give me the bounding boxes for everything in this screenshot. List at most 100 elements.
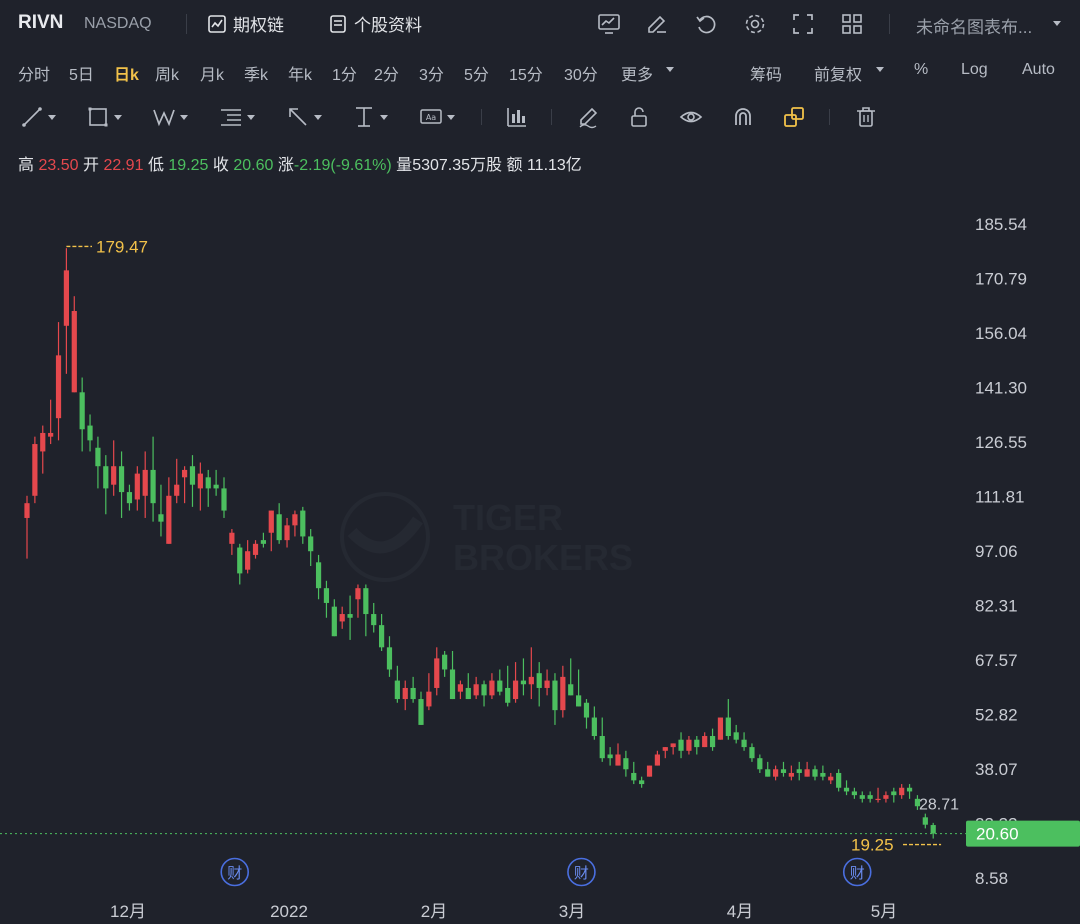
- candle: [386, 636, 393, 677]
- options-chain-button[interactable]: 期权链: [207, 11, 284, 36]
- divider: [551, 109, 552, 125]
- grid-layout-icon[interactable]: [840, 12, 864, 36]
- bar-chart-icon: [507, 108, 526, 127]
- candle: [134, 466, 140, 511]
- period-tab[interactable]: 5分: [464, 61, 489, 85]
- lock-tool[interactable]: [627, 104, 651, 130]
- earnings-marker-label: 财: [574, 864, 589, 882]
- candle: [489, 673, 495, 700]
- profile-button[interactable]: 个股资料: [328, 11, 422, 36]
- wave-tool[interactable]: [152, 104, 188, 130]
- chevron-down-icon[interactable]: [114, 114, 122, 120]
- chevron-down-icon[interactable]: [447, 114, 455, 120]
- candle: [268, 510, 274, 552]
- chevron-down-icon[interactable]: [48, 114, 56, 120]
- side-price-label: 28.71: [919, 797, 959, 814]
- chevron-down-icon[interactable]: [180, 114, 188, 120]
- candle: [197, 462, 203, 511]
- chevron-down-icon[interactable]: [314, 114, 322, 120]
- more-periods-button[interactable]: 更多: [621, 61, 653, 85]
- delete-tool[interactable]: [854, 104, 878, 130]
- low-value: 19.25: [168, 157, 209, 174]
- candle: [371, 602, 377, 633]
- chevron-down-icon[interactable]: [666, 67, 674, 72]
- edit-icon[interactable]: [645, 12, 669, 36]
- period-tab[interactable]: 5日: [69, 61, 94, 85]
- adjust-button[interactable]: 前复权: [814, 61, 862, 85]
- period-tab[interactable]: 季k: [244, 61, 268, 85]
- text-cursor-icon: [356, 107, 372, 127]
- period-tab[interactable]: 15分: [509, 61, 543, 85]
- candle: [205, 469, 211, 507]
- candle: [686, 736, 692, 755]
- divider: [481, 109, 482, 125]
- candle: [323, 580, 330, 618]
- text-tool[interactable]: Aa: [419, 104, 455, 130]
- period-tab[interactable]: 2分: [374, 61, 399, 85]
- brush-tool[interactable]: [576, 104, 600, 130]
- period-tab[interactable]: 3分: [419, 61, 444, 85]
- rectangle-icon: [88, 107, 108, 127]
- candle: [379, 614, 385, 652]
- candle: [851, 787, 857, 799]
- measure-tool[interactable]: [352, 104, 388, 130]
- visibility-tool[interactable]: [679, 104, 703, 130]
- chevron-down-icon[interactable]: [876, 67, 884, 72]
- earnings-marker[interactable]: 财: [567, 857, 596, 887]
- period-tab[interactable]: 分时: [18, 61, 50, 85]
- undo-icon[interactable]: [694, 12, 718, 36]
- earnings-marker-label: 财: [227, 864, 242, 882]
- candle: [118, 451, 125, 518]
- auto-toggle[interactable]: Auto: [1022, 61, 1055, 79]
- candle: [221, 477, 227, 518]
- arrow-tool[interactable]: [286, 104, 322, 130]
- candle: [300, 506, 306, 544]
- chevron-down-icon[interactable]: [1053, 21, 1061, 26]
- candle: [891, 787, 897, 803]
- period-tab[interactable]: 1分: [332, 61, 357, 85]
- earnings-marker[interactable]: 财: [220, 857, 250, 887]
- link-tool[interactable]: [782, 104, 806, 130]
- log-toggle[interactable]: Log: [961, 61, 988, 79]
- candle: [623, 750, 629, 777]
- indicator-tool[interactable]: [505, 104, 529, 130]
- candle: [812, 765, 818, 781]
- candle: [111, 440, 117, 496]
- y-tick-label: 52.82: [975, 706, 1018, 725]
- candle: [741, 732, 747, 751]
- candle: [418, 691, 424, 725]
- candle: [576, 669, 582, 707]
- candlestick-chart[interactable]: TIGER BROKERS 185.54 170.79 156.04 141.30 12…: [0, 185, 1080, 924]
- percent-toggle[interactable]: %: [914, 61, 928, 79]
- period-tab[interactable]: 周k: [155, 61, 179, 85]
- candle: [773, 765, 779, 781]
- divider: [889, 14, 890, 34]
- gear-icon[interactable]: [743, 12, 767, 36]
- ticker-symbol[interactable]: RIVN: [18, 12, 63, 34]
- magnet-tool[interactable]: [731, 104, 755, 130]
- x-axis: 12月 2022 2月 3月 4月 5月: [110, 902, 897, 921]
- rectangle-tool[interactable]: [86, 104, 122, 130]
- monitor-chart-icon[interactable]: [597, 12, 621, 36]
- exchange-label: NASDAQ: [84, 15, 152, 32]
- fibonacci-tool[interactable]: [219, 104, 255, 130]
- chips-button[interactable]: 筹码: [750, 61, 782, 85]
- candle: [442, 651, 448, 677]
- earnings-marker-label: 财: [850, 864, 865, 882]
- chart-layout-name[interactable]: 未命名图表布...: [916, 13, 1032, 38]
- trend-line-tool[interactable]: [20, 104, 56, 130]
- period-tab-active[interactable]: 日k: [114, 61, 139, 85]
- y-tick-label: 170.79: [975, 270, 1027, 289]
- candle: [662, 747, 668, 759]
- y-axis: 185.54 170.79 156.04 141.30 126.55 111.81 97.0…: [975, 215, 1027, 888]
- fullscreen-icon[interactable]: [791, 12, 815, 36]
- chevron-down-icon[interactable]: [380, 114, 388, 120]
- period-tab[interactable]: 30分: [564, 61, 598, 85]
- chevron-down-icon[interactable]: [247, 114, 255, 120]
- y-tick-label: 97.06: [975, 542, 1018, 561]
- earnings-marker[interactable]: 财: [842, 857, 872, 887]
- period-tab[interactable]: 月k: [200, 61, 224, 85]
- candle: [836, 769, 842, 792]
- candle: [292, 510, 298, 537]
- period-tab[interactable]: 年k: [288, 61, 312, 85]
